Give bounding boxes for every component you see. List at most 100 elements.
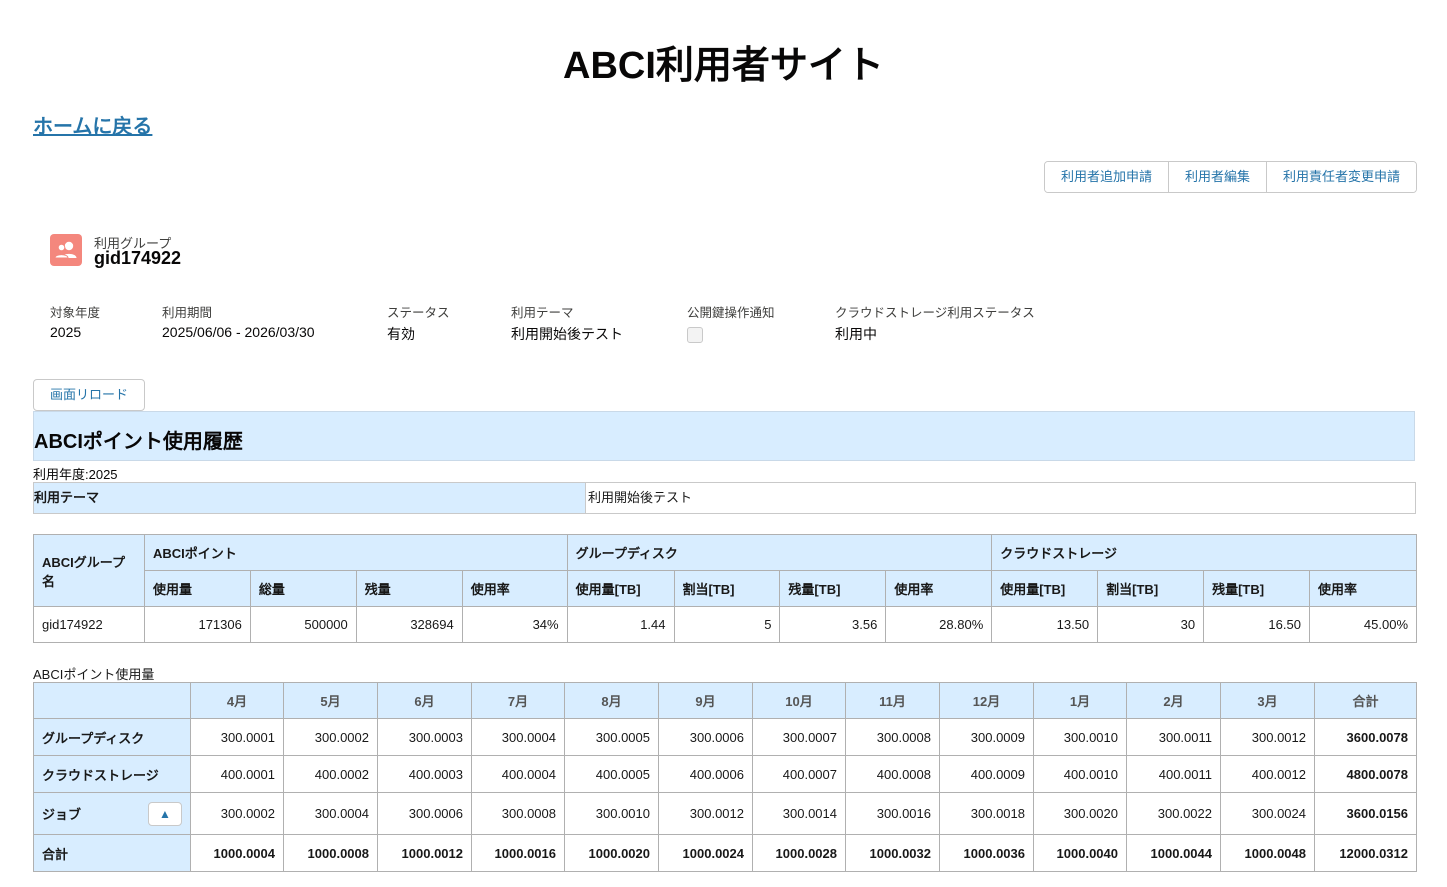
row-header: クラウドストレージ [34,756,191,793]
summary-cell: 13.50 [992,607,1098,643]
month-header: 7月 [472,683,565,719]
home-link[interactable]: ホームに戻る [33,110,152,139]
usage-table: 4月 5月 6月 7月 8月 9月 10月 11月 12月 1月 2月 3月 合… [33,682,1417,872]
usage-cell: 300.0004 [284,793,378,835]
usage-cell: 300.0002 [191,793,284,835]
summary-cell: 3.56 [780,607,886,643]
usage-cell: 300.0012 [659,793,753,835]
usage-cell: 1000.0004 [191,835,284,872]
usage-cell: 1000.0020 [565,835,659,872]
field-year: 対象年度 2025 [50,302,100,340]
month-header: 10月 [753,683,846,719]
sort-ascending-icon[interactable]: ▲ [148,802,182,826]
edit-user-button[interactable]: 利用者編集 [1168,162,1266,192]
field-status: ステータス 有効 [387,302,450,344]
usage-cell: 300.0018 [940,793,1034,835]
usage-cell: 300.0005 [565,719,659,756]
field-theme: 利用テーマ 利用開始後テスト [511,302,623,344]
usage-cell: 1000.0040 [1034,835,1127,872]
status-label: ステータス [387,302,450,321]
month-header: 5月 [284,683,378,719]
usage-cell: 400.0002 [284,756,378,793]
usage-cell: 400.0001 [191,756,284,793]
summary-subheader: 使用率 [886,571,992,607]
usage-cell: 300.0008 [472,793,565,835]
row-total-cell: 3600.0078 [1315,719,1417,756]
row-total-cell: 12000.0312 [1315,835,1417,872]
summary-section-header: グループディスク [567,535,992,571]
usage-cell: 400.0006 [659,756,753,793]
usage-cell: 300.0006 [659,719,753,756]
usage-cell: 300.0011 [1127,719,1221,756]
summary-cell: 45.00% [1309,607,1416,643]
history-title: ABCIポイント使用履歴 [34,425,243,454]
summary-section-header: ABCIポイント [144,535,567,571]
month-header: 3月 [1221,683,1315,719]
month-header: 8月 [565,683,659,719]
summary-cell: 16.50 [1204,607,1310,643]
pubkey-label: 公開鍵操作通知 [687,302,775,321]
month-header: 2月 [1127,683,1221,719]
summary-subheader: 使用率 [1309,571,1416,607]
change-owner-request-button[interactable]: 利用責任者変更申請 [1266,162,1416,192]
usage-cell: 1000.0016 [472,835,565,872]
summary-subheader-row: 使用量 総量 残量 使用率 使用量[TB] 割当[TB] 残量[TB] 使用率 … [34,571,1417,607]
usage-cell: 300.0006 [378,793,472,835]
summary-table: ABCIグループ名 ABCIポイント グループディスク クラウドストレージ 使用… [33,534,1417,643]
summary-subheader: 割当[TB] [1098,571,1204,607]
month-header: 12月 [940,683,1034,719]
summary-subheader: 残量[TB] [780,571,886,607]
summary-subheader: 使用量 [144,571,250,607]
year-value: 2025 [50,324,100,340]
month-header: 9月 [659,683,753,719]
summary-subheader: 残量[TB] [1204,571,1310,607]
usage-year: 利用年度:2025 [33,464,118,483]
theme-label: 利用テーマ [511,302,623,321]
summary-subheader: 総量 [250,571,356,607]
pubkey-checkbox[interactable] [687,327,703,343]
summary-subheader: 割当[TB] [674,571,780,607]
usage-cell: 1000.0032 [846,835,940,872]
row-header-label: クラウドストレージ [42,768,159,783]
usage-cell: 1000.0008 [284,835,378,872]
usage-cell: 400.0012 [1221,756,1315,793]
period-label: 利用期間 [162,302,315,321]
group-name: gid174922 [94,248,181,269]
usage-cell: 300.0004 [472,719,565,756]
summary-subheader: 使用率 [462,571,567,607]
row-total-cell: 4800.0078 [1315,756,1417,793]
usage-cell: 300.0022 [1127,793,1221,835]
usage-cell: 300.0012 [1221,719,1315,756]
summary-cell: 328694 [356,607,462,643]
usage-cell: 300.0007 [753,719,846,756]
status-value: 有効 [387,324,450,344]
cloud-status-value: 利用中 [835,324,1035,344]
usage-cell: 400.0007 [753,756,846,793]
action-button-group: 利用者追加申請 利用者編集 利用責任者変更申請 [1044,161,1417,193]
usage-cell: 300.0010 [565,793,659,835]
summary-subheader: 使用量[TB] [992,571,1098,607]
usage-cell: 300.0002 [284,719,378,756]
summary-subheader: 残量 [356,571,462,607]
usage-cell: 1000.0028 [753,835,846,872]
row-header-label: 合計 [42,847,68,862]
summary-group-header: ABCIグループ名 [34,535,145,607]
month-header: 1月 [1034,683,1127,719]
month-header: 6月 [378,683,472,719]
row-header: ジョブ ▲ [34,793,191,835]
usage-cell: 300.0003 [378,719,472,756]
usage-cell: 400.0010 [1034,756,1127,793]
month-header: 11月 [846,683,940,719]
usage-cell: 300.0009 [940,719,1034,756]
row-header-label: ジョブ [42,807,81,822]
total-header: 合計 [1315,683,1417,719]
row-total-cell: 3600.0156 [1315,793,1417,835]
usage-corner [34,683,191,719]
table-row: 合計1000.00041000.00081000.00121000.001610… [34,835,1417,872]
summary-cell: 30 [1098,607,1204,643]
period-value: 2025/06/06 - 2026/03/30 [162,324,315,340]
reload-button[interactable]: 画面リロード [33,379,145,411]
usage-table-label: ABCIポイント使用量 [33,664,154,683]
add-user-request-button[interactable]: 利用者追加申請 [1045,162,1168,192]
summary-section-header: クラウドストレージ [992,535,1417,571]
